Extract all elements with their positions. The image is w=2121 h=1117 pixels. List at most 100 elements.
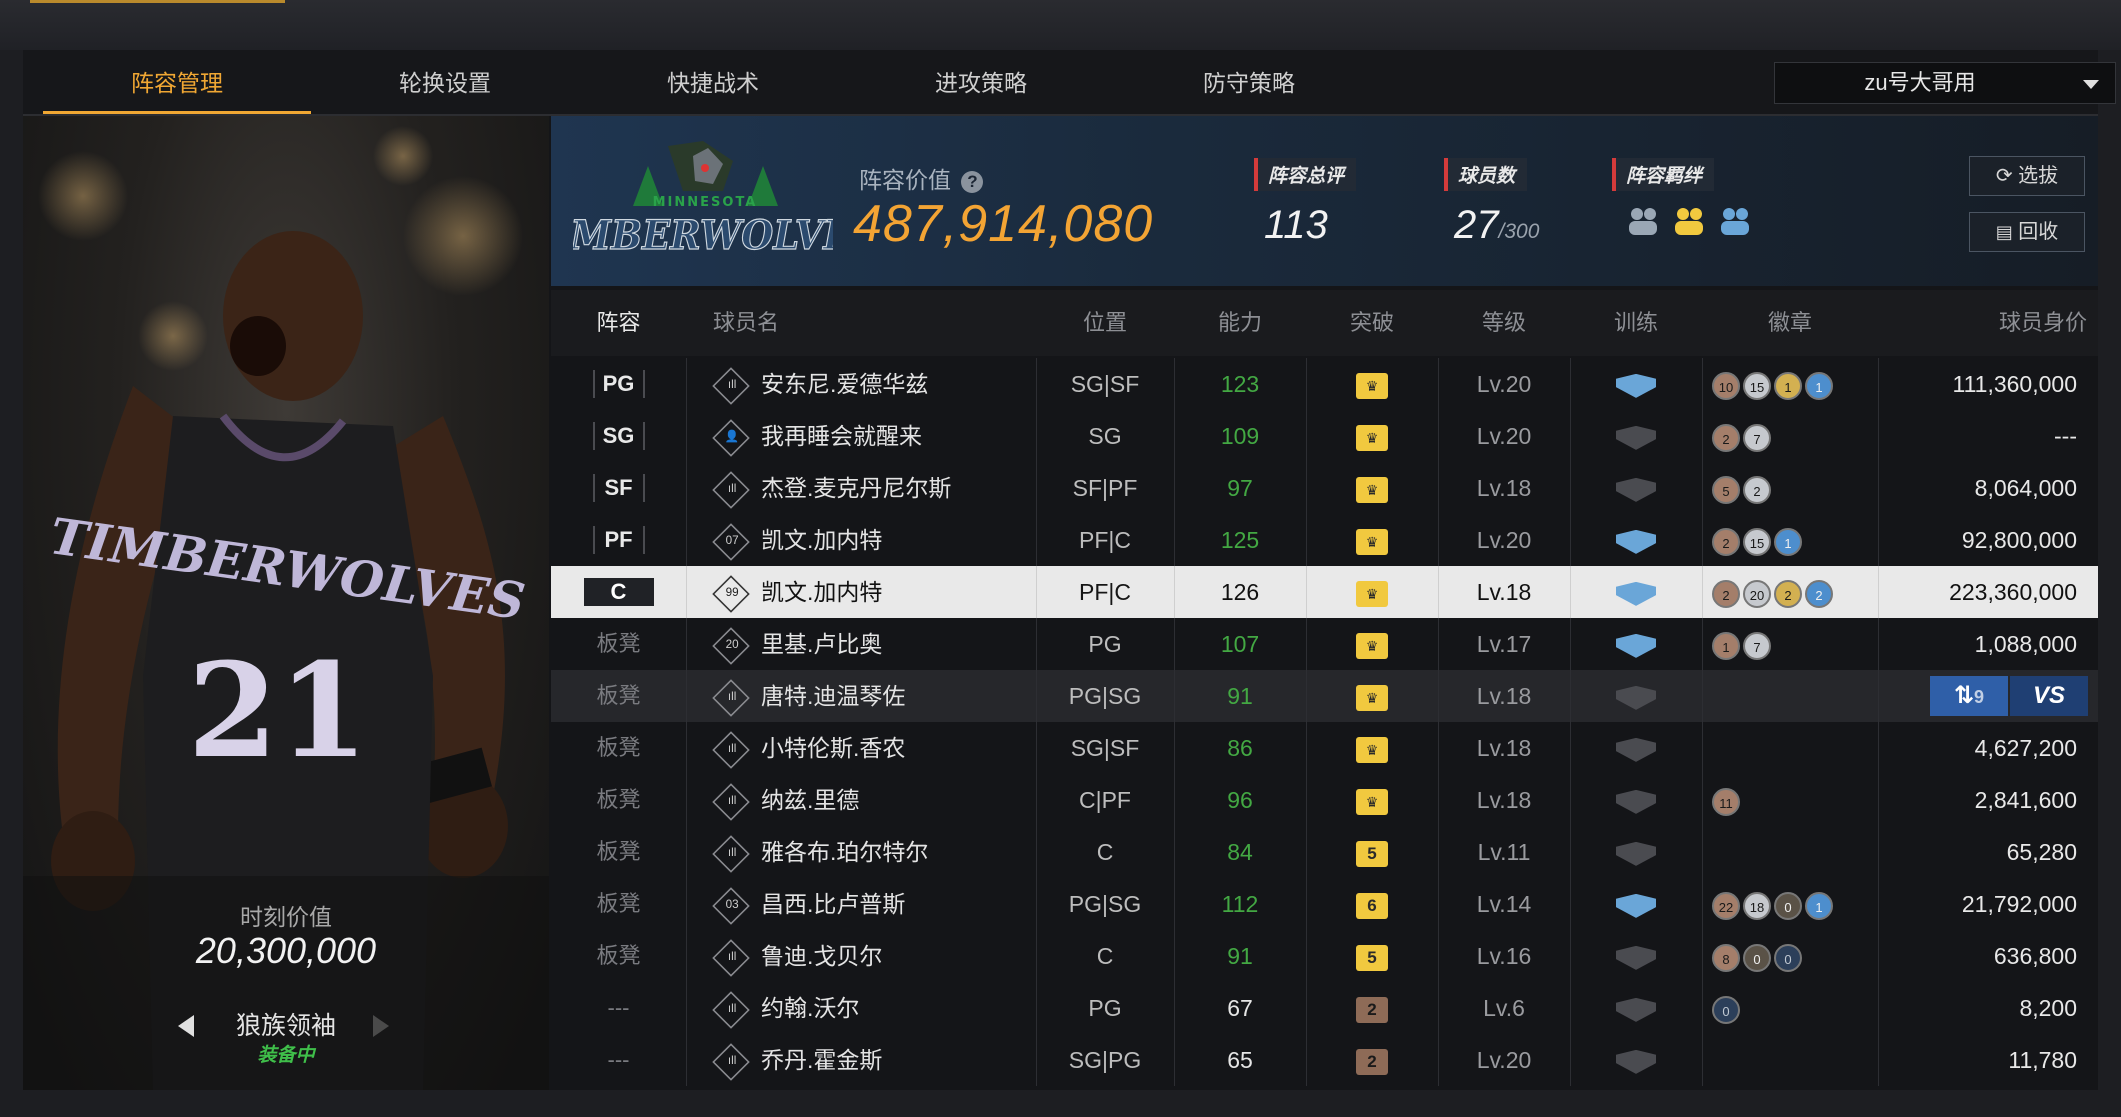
recycle-button[interactable]: ▤ 回收 (1969, 212, 2085, 252)
col-lineup[interactable]: 阵容 (551, 290, 686, 356)
lineup-slot[interactable]: 板凳 (551, 618, 686, 670)
player-value: 2,841,600 (1974, 787, 2077, 813)
player-name[interactable]: 杰登.麦克丹尼尔斯 (761, 462, 1031, 514)
table-row[interactable]: --- ıll 约翰.沃尔 PG 67 2 Lv.6 0 8,200 (551, 982, 2098, 1034)
col-badges[interactable]: 徽章 (1702, 290, 1878, 356)
badge-count-blue: 1 (1805, 891, 1833, 920)
lineup-slot[interactable]: 板凳 (551, 826, 686, 878)
lineup-slot[interactable]: PF (551, 514, 686, 566)
tab-lineup[interactable]: 阵容管理 (43, 50, 311, 114)
col-level[interactable]: 等级 (1438, 290, 1570, 356)
next-card-arrow-icon[interactable] (373, 1015, 389, 1037)
training-status[interactable] (1570, 982, 1702, 1034)
player-name[interactable]: 雅各布.珀尔特尔 (761, 826, 1031, 878)
player-type-icon: 07 (711, 514, 751, 566)
training-status[interactable] (1570, 774, 1702, 826)
training-status[interactable] (1570, 358, 1702, 410)
table-row[interactable]: 板凳 ıll 小特伦斯.香农 SG|SF 86 ♛ Lv.18 4,627,200 (551, 722, 2098, 774)
col-rating[interactable]: 能力 (1174, 290, 1306, 356)
bond-group-icon-gold[interactable] (1670, 205, 1708, 239)
player-name[interactable]: 我再睡会就醒来 (761, 410, 1031, 462)
player-name[interactable]: 安东尼.爱德华兹 (761, 358, 1031, 410)
tab-defense[interactable]: 防守策略 (1115, 50, 1383, 114)
swap-button[interactable]: ⇅9 (1930, 676, 2008, 716)
col-player-value[interactable]: 球员身价 (1911, 290, 2087, 356)
lineup-slot[interactable]: --- (551, 982, 686, 1034)
bond-group-icon-gray[interactable] (1624, 205, 1662, 239)
player-value: 8,200 (2019, 995, 2077, 1021)
training-active-icon (1616, 893, 1656, 918)
player-name[interactable]: 唐特.迪温琴佐 (761, 670, 1031, 722)
badge-list (1702, 670, 1888, 722)
breakthrough-icon: ♛ (1356, 736, 1388, 763)
table-row[interactable]: 板凳 20 里基.卢比奥 PG 107 ♛ Lv.17 1 7 1,088,000 (551, 618, 2098, 670)
account-dropdown[interactable]: zu号大哥用 (1774, 62, 2116, 104)
training-status[interactable] (1570, 410, 1702, 462)
training-status[interactable] (1570, 566, 1702, 618)
table-row[interactable]: 板凳 ıll 雅各布.珀尔特尔 C 84 5 Lv.11 65,280 (551, 826, 2098, 878)
table-row[interactable]: 板凳 ıll 纳兹.里德 C|PF 96 ♛ Lv.18 11 2,841,600 (551, 774, 2098, 826)
training-status[interactable] (1570, 826, 1702, 878)
bond-group-icon-blue[interactable] (1716, 205, 1754, 239)
lineup-slot[interactable]: --- (551, 1034, 686, 1086)
table-row[interactable]: SG 👤 我再睡会就醒来 SG 109 ♛ Lv.20 2 7 --- (551, 410, 2098, 462)
player-value: 4,627,200 (1974, 735, 2077, 761)
player-card-icon-text: ıll (727, 793, 737, 808)
tab-quick-tactics[interactable]: 快捷战术 (579, 50, 847, 114)
col-position[interactable]: 位置 (1036, 290, 1174, 356)
player-type-icon: ıll (711, 358, 751, 410)
lineup-slot[interactable]: C (551, 566, 686, 618)
training-status[interactable] (1570, 618, 1702, 670)
player-name[interactable]: 凯文.加内特 (761, 566, 1031, 618)
compare-vs-button[interactable]: VS (2010, 676, 2088, 716)
player-name[interactable]: 昌西.比卢普斯 (761, 878, 1031, 930)
training-status[interactable] (1570, 462, 1702, 514)
table-row[interactable]: --- ıll 乔丹.霍金斯 SG|PG 65 2 Lv.20 11,780 (551, 1034, 2098, 1086)
player-rating: 112 (1221, 891, 1259, 917)
breakthrough-badge: ♛ (1306, 514, 1438, 566)
player-name[interactable]: 纳兹.里德 (761, 774, 1031, 826)
training-status[interactable] (1570, 878, 1702, 930)
lineup-slot[interactable]: PG (551, 358, 686, 410)
player-name[interactable]: 小特伦斯.香农 (761, 722, 1031, 774)
player-name[interactable]: 凯文.加内特 (761, 514, 1031, 566)
col-breakthrough[interactable]: 突破 (1306, 290, 1438, 356)
player-name[interactable]: 里基.卢比奥 (761, 618, 1031, 670)
table-row[interactable]: 板凳 ıll 鲁迪.戈贝尔 C 91 5 Lv.16 8 0 0 636,800 (551, 930, 2098, 982)
player-name[interactable]: 鲁迪.戈贝尔 (761, 930, 1031, 982)
help-icon[interactable]: ? (961, 170, 984, 193)
player-name[interactable]: 约翰.沃尔 (761, 982, 1031, 1034)
training-status[interactable] (1570, 722, 1702, 774)
player-card-icon: ıll (712, 991, 750, 1029)
lineup-slot[interactable]: 板凳 (551, 774, 686, 826)
lineup-slot[interactable]: SF (551, 462, 686, 514)
lineup-slot[interactable]: 板凳 (551, 878, 686, 930)
column-divider (686, 722, 687, 774)
chevron-down-icon (2083, 80, 2099, 89)
training-status[interactable] (1570, 930, 1702, 982)
table-row[interactable]: SF ıll 杰登.麦克丹尼尔斯 SF|PF 97 ♛ Lv.18 5 2 8,064,000 (551, 462, 2098, 514)
moment-value-label: 时刻价值 (240, 904, 332, 930)
table-row[interactable]: PF 07 凯文.加内特 PF|C 125 ♛ Lv.20 2 15 1 92,800,000 (551, 514, 2098, 566)
tab-offense[interactable]: 进攻策略 (847, 50, 1115, 114)
training-status[interactable] (1570, 1034, 1702, 1086)
training-status[interactable] (1570, 670, 1702, 722)
select-button[interactable]: ⟳ 选拔 (1969, 156, 2085, 196)
player-name[interactable]: 乔丹.霍金斯 (761, 1034, 1031, 1086)
lineup-slot[interactable]: 板凳 (551, 722, 686, 774)
breakthrough-icon: 2 (1356, 996, 1388, 1023)
training-status[interactable] (1570, 514, 1702, 566)
col-player-name[interactable]: 球员名 (713, 290, 813, 356)
table-row[interactable]: C 99 凯文.加内特 PF|C 126 ♛ Lv.18 2 20 2 2 223,360,000 (551, 566, 2098, 618)
col-training[interactable]: 训练 (1570, 290, 1702, 356)
lineup-slot[interactable]: SG (551, 410, 686, 462)
player-count-stat: 球员数 27/300 (1444, 158, 1539, 248)
table-row[interactable]: PG ıll 安东尼.爱德华兹 SG|SF 123 ♛ Lv.20 10 15 1 1 111,360… (551, 358, 2098, 410)
table-row[interactable]: 板凳 ıll 唐特.迪温琴佐 PG|SG 91 ♛ Lv.18 ⇅9 VS (551, 670, 2098, 722)
lineup-slot[interactable]: 板凳 (551, 670, 686, 722)
lineup-slot[interactable]: 板凳 (551, 930, 686, 982)
tab-rotation[interactable]: 轮换设置 (311, 50, 579, 114)
table-row[interactable]: 板凳 03 昌西.比卢普斯 PG|SG 112 6 Lv.14 22 18 0 1 21,792,00… (551, 878, 2098, 930)
swap-icon: ⇅ (1953, 682, 1975, 709)
player-card[interactable]: TIMBERWOLVES 21 时刻价值 20,300,000 狼族领袖 装备中 (23, 116, 549, 1090)
